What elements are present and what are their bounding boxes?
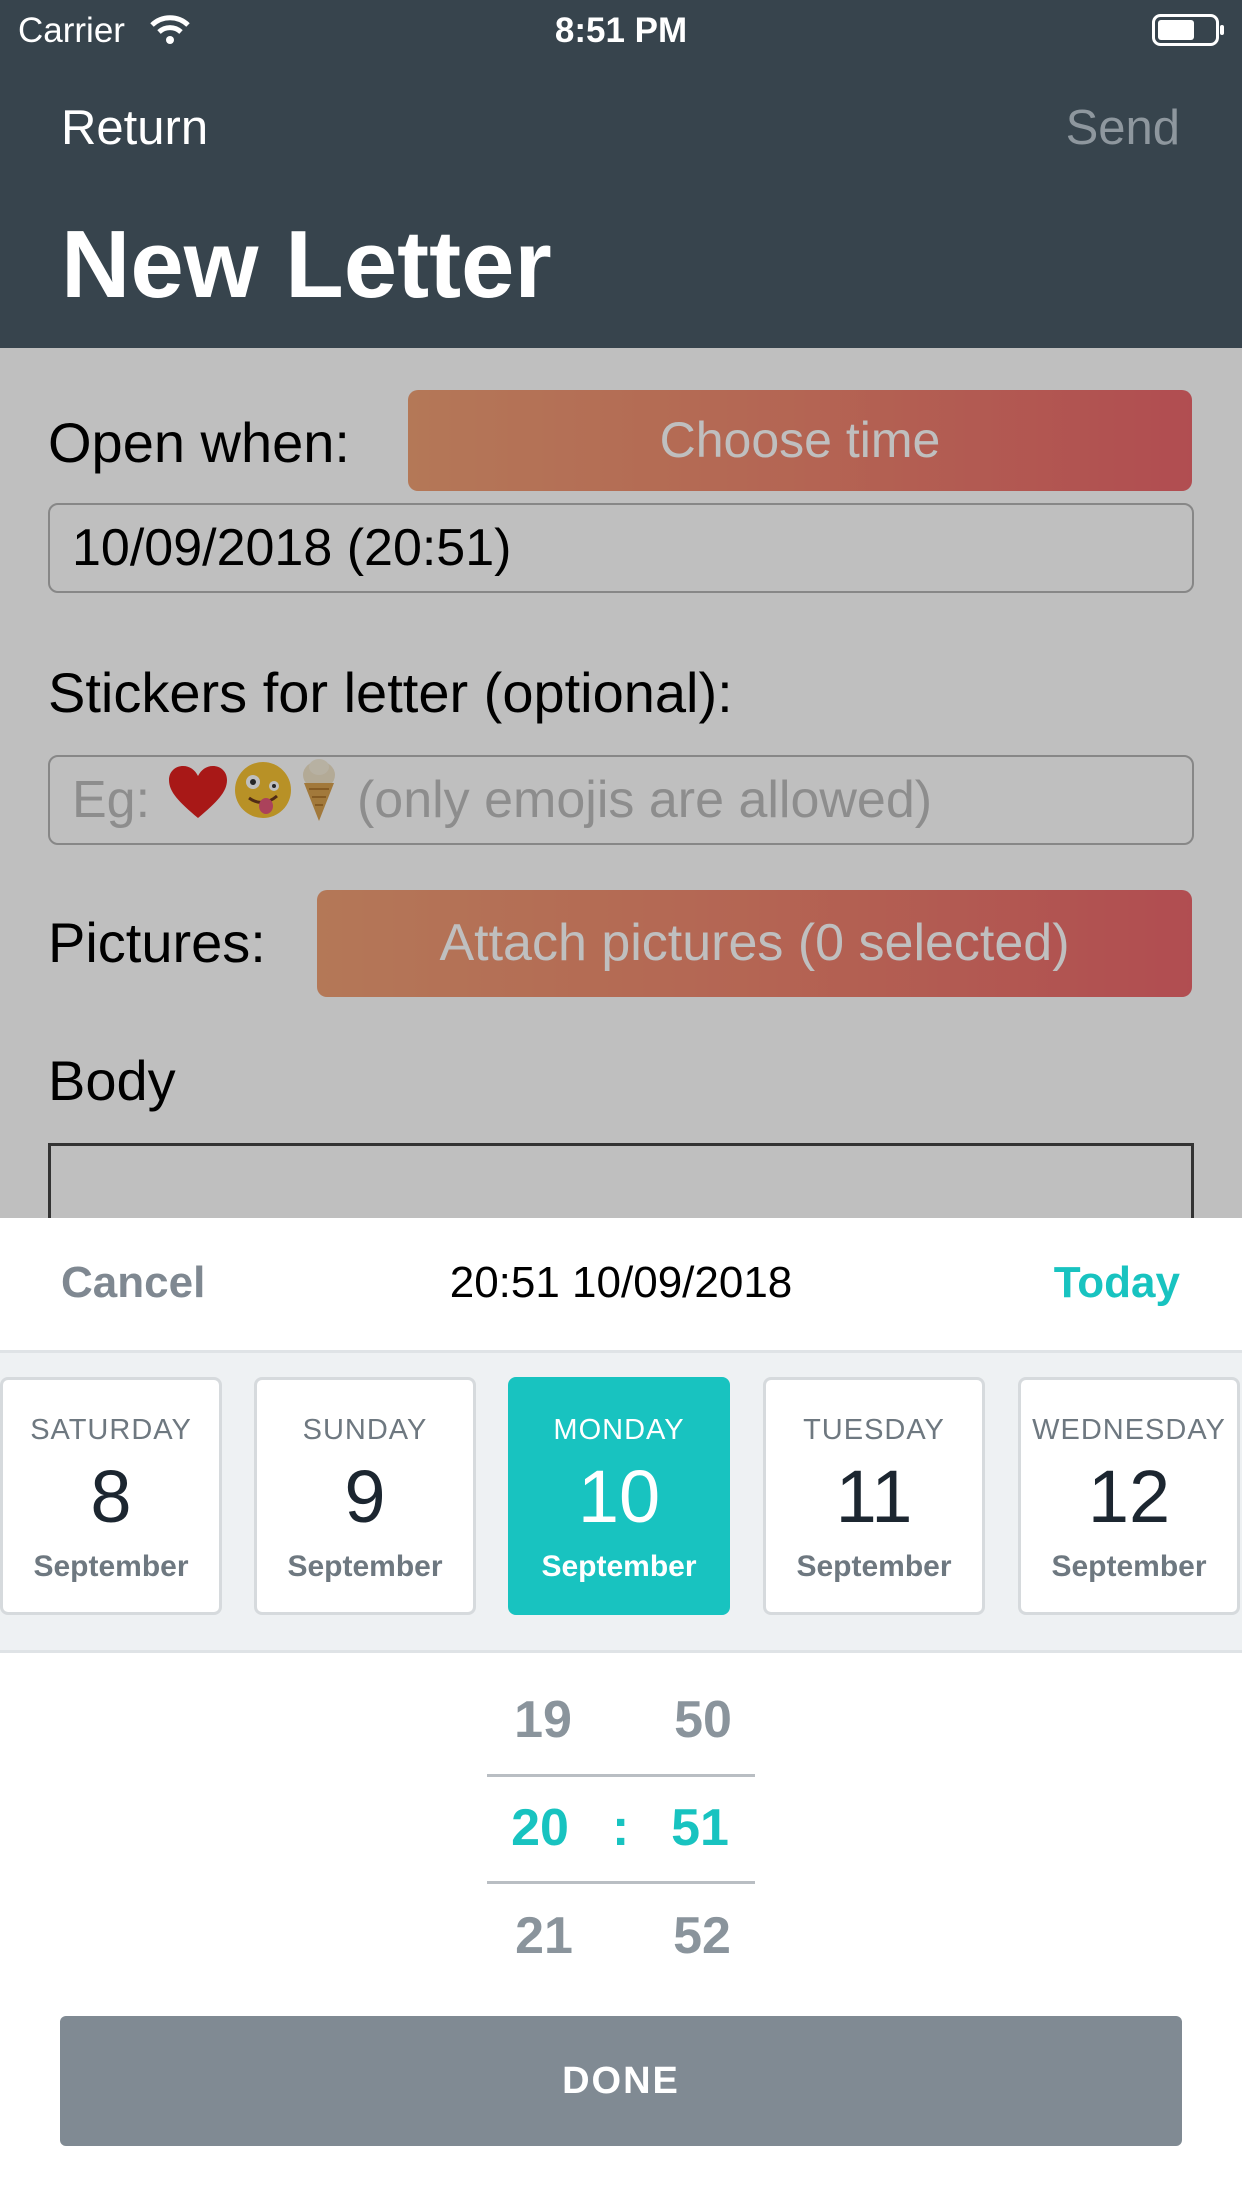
status-time: 8:51 PM: [554, 11, 688, 50]
day-month: September: [541, 1550, 697, 1583]
date-picker-sheet: Cancel 20:51 10/09/2018 Today SATURDAY 8…: [0, 1218, 1242, 2208]
done-button[interactable]: DONE: [60, 2016, 1182, 2146]
day-card[interactable]: SATURDAY 8 September: [0, 1377, 222, 1615]
status-bar: Carrier 8:51 PM: [0, 0, 1242, 62]
day-strip[interactable]: SATURDAY 8 September SUNDAY 9 September …: [0, 1353, 1242, 1653]
minute-selected[interactable]: 51: [640, 1798, 760, 1858]
selection-divider-bottom: [487, 1881, 755, 1884]
day-month: September: [33, 1550, 189, 1583]
time-picker[interactable]: 19 20 21 : 50 51 52: [0, 1653, 1242, 1973]
day-weekday: SUNDAY: [302, 1414, 428, 1446]
day-number: 10: [577, 1455, 661, 1538]
day-number: 11: [835, 1455, 913, 1538]
hour-selected[interactable]: 20: [480, 1798, 600, 1858]
day-month: September: [287, 1550, 443, 1583]
battery-icon: [1152, 14, 1226, 46]
day-card[interactable]: WEDNESDAY 12 September: [1018, 1377, 1240, 1615]
send-button[interactable]: Send: [1066, 100, 1180, 156]
day-number: 8: [90, 1455, 132, 1538]
day-weekday: SATURDAY: [30, 1414, 192, 1446]
navigation-bar: Carrier 8:51 PM Return Send New Letter: [0, 0, 1242, 348]
day-weekday: WEDNESDAY: [1032, 1414, 1226, 1446]
new-letter-screen: Carrier 8:51 PM Return Send New Letter O…: [0, 0, 1242, 1263]
minute-option[interactable]: 52: [642, 1906, 762, 1966]
selection-divider-top: [487, 1774, 755, 1777]
day-weekday: TUESDAY: [803, 1414, 945, 1446]
page-title: New Letter: [61, 211, 552, 318]
hour-option[interactable]: 19: [483, 1690, 603, 1750]
picker-header: Cancel 20:51 10/09/2018 Today: [0, 1218, 1242, 1353]
day-card[interactable]: SUNDAY 9 September: [254, 1377, 476, 1615]
day-number: 12: [1087, 1455, 1171, 1538]
modal-overlay[interactable]: [0, 348, 1242, 1218]
day-card[interactable]: TUESDAY 11 September: [763, 1377, 985, 1615]
time-separator: :: [612, 1799, 630, 1857]
minute-option[interactable]: 50: [643, 1690, 763, 1750]
day-card-selected[interactable]: MONDAY 10 September: [508, 1377, 730, 1615]
hour-option[interactable]: 21: [484, 1906, 604, 1966]
day-month: September: [1051, 1550, 1207, 1583]
today-button[interactable]: Today: [1054, 1258, 1180, 1308]
day-month: September: [796, 1550, 952, 1583]
return-button[interactable]: Return: [61, 100, 208, 156]
day-number: 9: [344, 1455, 386, 1538]
day-weekday: MONDAY: [553, 1414, 685, 1446]
